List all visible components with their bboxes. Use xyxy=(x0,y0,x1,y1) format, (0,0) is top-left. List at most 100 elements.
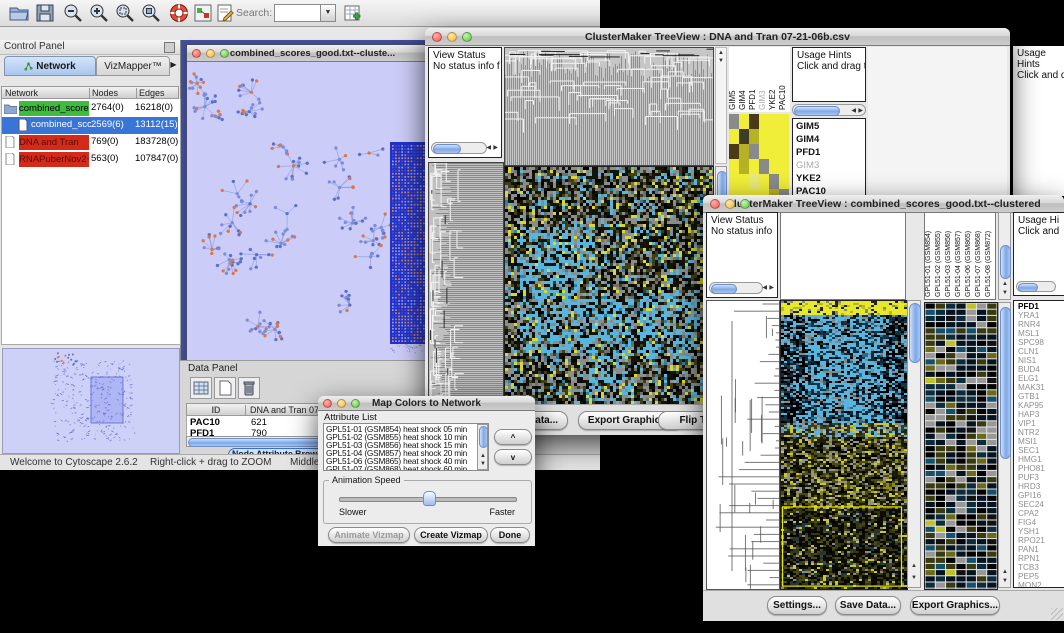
network-frame-titlebar[interactable]: combined_scores_good.txt--cluste... xyxy=(187,45,438,62)
scroll-left-icon[interactable]: ◀ xyxy=(486,145,491,151)
dialog-titlebar[interactable]: Map Colors to Network xyxy=(318,396,535,411)
scroll-up-icon[interactable]: ▲ xyxy=(911,563,917,569)
new-attribute-icon[interactable] xyxy=(214,377,236,399)
minimize-icon[interactable] xyxy=(206,49,215,58)
table-view-icon[interactable] xyxy=(190,377,212,399)
zoom-window-icon[interactable] xyxy=(351,399,360,408)
move-up-button[interactable]: ^ xyxy=(494,429,532,445)
import-table-icon[interactable] xyxy=(342,2,364,24)
gene-label-rpo21: RPO21 xyxy=(1018,536,1064,545)
scroll-down-icon[interactable]: ▼ xyxy=(911,575,917,581)
scroll-left-icon[interactable]: ◀ xyxy=(851,108,856,114)
gene-label-gpi16: GPI16 xyxy=(1018,491,1064,500)
edit-nodes-icon[interactable] xyxy=(192,2,214,24)
col-edges[interactable]: Edges xyxy=(136,88,165,98)
zoom-window-icon[interactable] xyxy=(740,199,750,209)
zoom-fit-icon[interactable] xyxy=(140,2,162,24)
attribute-list-item[interactable]: GPL51-07 (GSM868) heat shock 60 min xyxy=(326,465,488,471)
col-id[interactable]: ID xyxy=(187,405,245,415)
labels-vscrollbar[interactable]: ▲ ▼ xyxy=(998,212,1011,300)
col-nodes[interactable]: Nodes xyxy=(89,88,136,98)
help-lifebuoy-icon[interactable] xyxy=(168,2,190,24)
zoom-heatmap-matrix[interactable] xyxy=(729,114,789,204)
tab-vizmapper[interactable]: VizMapper™ xyxy=(96,56,170,76)
network-row-combined-scores[interactable]: combined_scores 2764(0) 16218(0) xyxy=(2,100,178,117)
row-dendrogram[interactable] xyxy=(706,300,780,590)
attribute-list[interactable]: GPL51-01 (GSM854) heat shock 05 minGPL51… xyxy=(323,423,489,471)
scroll-up-icon[interactable]: ▲ xyxy=(480,453,486,459)
open-session-icon[interactable] xyxy=(8,2,30,24)
usage-hints-scrollbar[interactable] xyxy=(1016,281,1056,292)
map-colors-dialog: Map Colors to Network Attribute List GPL… xyxy=(318,396,535,546)
gene-label-gim4: GIM4 xyxy=(796,133,865,146)
close-icon[interactable] xyxy=(192,49,201,58)
export-graphics-button[interactable]: Export Graphics... xyxy=(910,596,1000,615)
move-down-button[interactable]: v xyxy=(494,449,532,465)
scroll-right-icon[interactable]: ▶ xyxy=(493,145,498,151)
scroll-down-icon[interactable]: ▼ xyxy=(1002,578,1008,584)
network-row-dna-tran[interactable]: DNA and Tran 07 769(0) 183728(0) xyxy=(2,134,178,151)
animate-vizmap-button[interactable]: Animate Vizmap xyxy=(328,527,410,543)
column-label: GPL51-06 (GSM865) xyxy=(965,213,975,297)
settings-button[interactable]: Settings... xyxy=(767,596,827,615)
matrix-cell xyxy=(769,129,779,144)
tab-overflow-button[interactable]: ▶ xyxy=(169,58,178,72)
view-status-scrollbar[interactable] xyxy=(709,282,763,294)
zoom-out-icon[interactable] xyxy=(62,2,84,24)
close-icon[interactable] xyxy=(323,399,332,408)
done-button[interactable]: Done xyxy=(490,527,530,543)
gene-label-sec24: SEC24 xyxy=(1018,500,1064,509)
treeview1-titlebar[interactable]: ClusterMaker TreeView : DNA and Tran 07-… xyxy=(425,28,1010,46)
matrix-cell xyxy=(739,174,749,189)
search-input[interactable] xyxy=(274,4,322,22)
scroll-down-icon[interactable]: ▼ xyxy=(480,461,486,467)
close-icon[interactable] xyxy=(710,199,720,209)
speed-slider-thumb[interactable] xyxy=(423,491,436,506)
heatmap-main[interactable] xyxy=(504,166,714,406)
zoom-vscrollbar[interactable]: ▲ ▼ xyxy=(998,302,1011,588)
network-row-combined-sco[interactable]: combined_sco 2569(6) 13112(15) xyxy=(2,117,178,134)
zoom-window-icon[interactable] xyxy=(220,49,229,58)
resize-grip[interactable] xyxy=(1051,608,1063,620)
close-icon[interactable] xyxy=(432,32,442,42)
col-network[interactable]: Network xyxy=(2,88,89,98)
scroll-down-icon[interactable]: ▼ xyxy=(718,58,724,64)
column-dendrogram[interactable] xyxy=(504,47,714,166)
tab-network[interactable]: Network xyxy=(4,56,96,76)
heatmap-zoom[interactable] xyxy=(924,302,998,590)
row-dendrogram[interactable] xyxy=(428,162,504,406)
row-id[interactable]: PAC10 xyxy=(190,417,220,428)
treeview2-titlebar[interactable]: ClusterMaker TreeView : combined_scores_… xyxy=(703,195,1064,213)
minimize-icon[interactable] xyxy=(725,199,735,209)
gene-label-gtb1: GTB1 xyxy=(1018,392,1064,401)
delete-attribute-trash-icon[interactable] xyxy=(238,377,260,399)
scroll-left-icon[interactable]: ◀ xyxy=(762,285,767,291)
attribute-list-scrollbar[interactable]: ▲ ▼ xyxy=(477,424,488,470)
save-session-icon[interactable] xyxy=(34,2,56,24)
network-row-rnapuber[interactable]: RNAPuberNov2+I 563(0) 107847(0) xyxy=(2,151,178,168)
matrix-cell xyxy=(769,144,779,159)
heatmap-vscrollbar[interactable]: ▲ ▼ xyxy=(907,300,921,588)
create-vizmap-button[interactable]: Create Vizmap xyxy=(414,527,488,543)
row-value[interactable]: 621 xyxy=(251,417,267,428)
scroll-up-icon[interactable]: ▲ xyxy=(718,50,724,56)
usage-hints-scrollbar[interactable]: ◀ ▶ xyxy=(792,104,866,116)
scroll-up-icon[interactable]: ▲ xyxy=(1002,281,1008,287)
scroll-down-icon[interactable]: ▼ xyxy=(1002,290,1008,296)
scroll-up-icon[interactable]: ▲ xyxy=(1002,569,1008,575)
heatmap-global[interactable] xyxy=(780,300,908,590)
zoom-selected-icon[interactable] xyxy=(114,2,136,24)
view-status-scrollbar[interactable] xyxy=(431,142,487,154)
float-panel-icon[interactable] xyxy=(164,42,175,53)
network-canvas[interactable] xyxy=(187,62,436,360)
save-data-button[interactable]: Save Data... xyxy=(835,596,901,615)
scroll-right-icon[interactable]: ▶ xyxy=(858,108,863,114)
zoom-in-icon[interactable] xyxy=(88,2,110,24)
minimize-icon[interactable] xyxy=(447,32,457,42)
birdseye-view[interactable] xyxy=(2,348,180,454)
scroll-right-icon[interactable]: ▶ xyxy=(769,285,774,291)
search-dropdown-button[interactable]: ▼ xyxy=(320,4,336,22)
zoom-window-icon[interactable] xyxy=(462,32,472,42)
minimize-icon[interactable] xyxy=(337,399,346,408)
annotation-icon[interactable] xyxy=(214,2,236,24)
